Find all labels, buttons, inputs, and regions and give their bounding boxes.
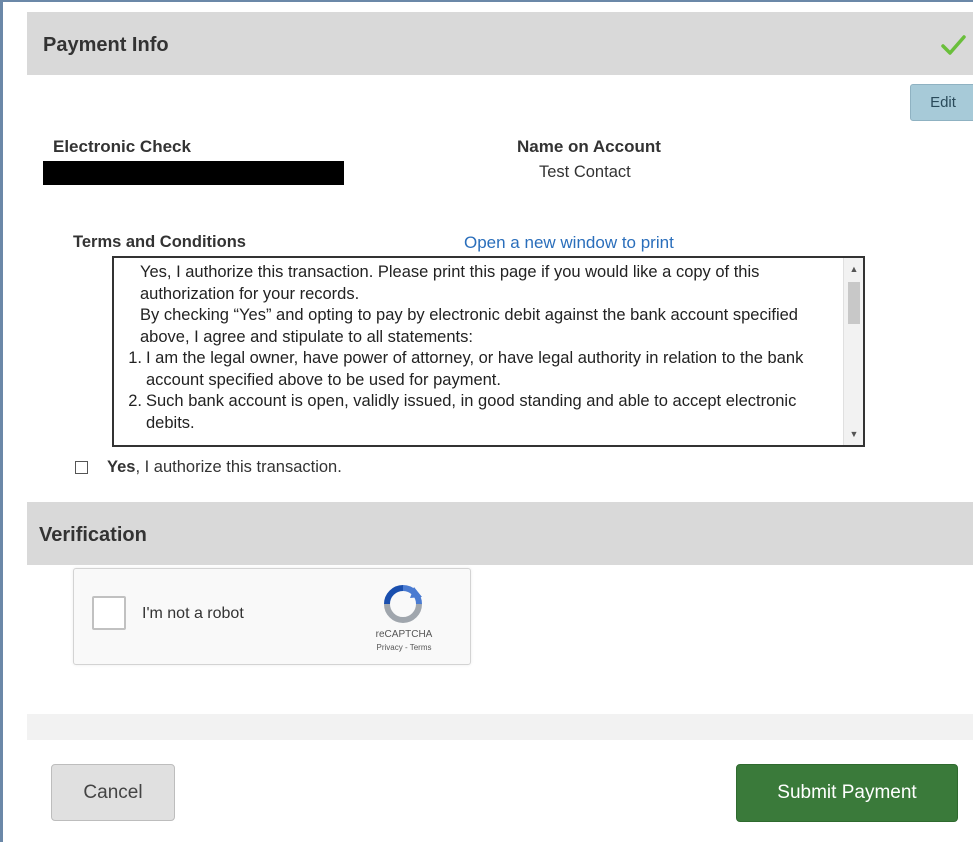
redacted-account-number <box>43 161 344 185</box>
edit-button[interactable]: Edit <box>910 84 973 121</box>
payment-info-title: Payment Info <box>43 34 169 56</box>
verification-title: Verification <box>39 524 147 546</box>
authorize-checkbox[interactable] <box>75 461 88 474</box>
terms-text: Yes, I authorize this transaction. Pleas… <box>114 258 841 434</box>
authorize-label-rest: , I authorize this transaction. <box>135 458 342 476</box>
authorize-label: Yes, I authorize this transaction. <box>107 458 342 477</box>
terms-scrollbar[interactable]: ▲ ▼ <box>843 258 863 445</box>
scroll-thumb[interactable] <box>848 282 860 324</box>
list-text: Such bank account is open, validly issue… <box>146 392 797 432</box>
recaptcha-label: I'm not a robot <box>142 605 244 622</box>
recaptcha-privacy-terms-link[interactable]: Privacy - Terms <box>364 643 444 652</box>
list-number: 2. <box>128 392 142 410</box>
scroll-down-arrow-icon[interactable]: ▼ <box>849 429 859 439</box>
print-terms-link[interactable]: Open a new window to print <box>464 233 674 253</box>
verification-header: Verification <box>27 502 973 565</box>
cancel-button[interactable]: Cancel <box>51 764 175 821</box>
recaptcha-widget: I'm not a robot reCAPTCHA Privacy - Term… <box>73 568 471 665</box>
terms-list-item: 1. I am the legal owner, have power of at… <box>114 348 841 391</box>
recaptcha-logo-icon <box>384 585 422 623</box>
list-number: 1. <box>128 349 142 367</box>
terms-paragraph: By checking “Yes” and opting to pay by e… <box>140 306 798 346</box>
recaptcha-checkbox[interactable] <box>92 596 126 630</box>
name-on-account-value: Test Contact <box>539 163 631 181</box>
payment-method-label: Electronic Check <box>53 137 191 156</box>
list-text: I am the legal owner, have power of atto… <box>146 349 804 389</box>
footer-divider <box>27 714 973 740</box>
terms-list-item: 2. Such bank account is open, validly iss… <box>114 391 841 434</box>
terms-paragraph: Yes, I authorize this transaction. Pleas… <box>140 263 760 303</box>
checkmark-icon <box>941 35 966 55</box>
payment-info-header: Payment Info <box>27 12 973 75</box>
name-on-account-label: Name on Account <box>517 137 661 156</box>
authorize-label-bold: Yes <box>107 458 136 476</box>
submit-payment-button[interactable]: Submit Payment <box>736 764 958 822</box>
terms-heading: Terms and Conditions <box>73 233 246 251</box>
scroll-up-arrow-icon[interactable]: ▲ <box>849 264 859 274</box>
payment-form: Payment Info Edit Electronic Check Name … <box>0 0 973 842</box>
authorize-row: Yes, I authorize this transaction. <box>75 458 342 477</box>
terms-scrollbox[interactable]: Yes, I authorize this transaction. Pleas… <box>112 256 865 447</box>
recaptcha-brand: reCAPTCHA <box>375 629 433 640</box>
